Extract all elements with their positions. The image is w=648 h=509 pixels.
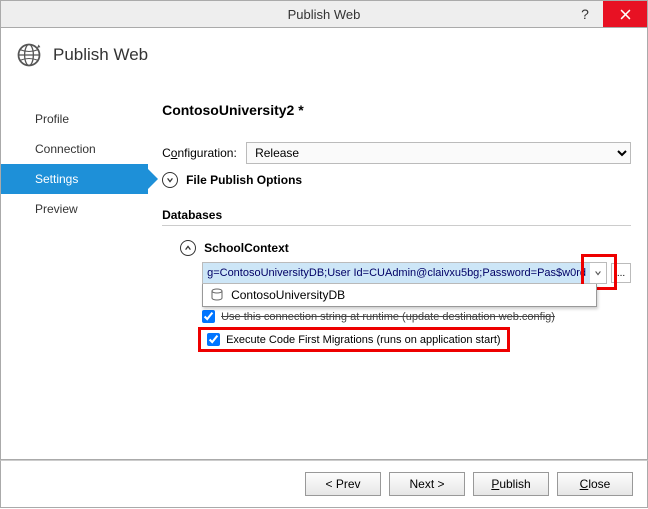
window-title: Publish Web xyxy=(288,7,361,22)
expand-icon xyxy=(162,172,178,188)
sidebar-item-connection[interactable]: Connection xyxy=(1,134,148,164)
file-publish-options[interactable]: File Publish Options xyxy=(162,172,631,188)
title-bar: Publish Web ? xyxy=(0,0,648,28)
connection-dropdown: ContosoUniversityDB xyxy=(202,284,597,307)
connection-string-value: g=ContosoUniversityDB;User Id=CUAdmin@cl… xyxy=(203,263,590,283)
databases-section-label: Databases xyxy=(162,208,631,222)
sidebar-item-preview[interactable]: Preview xyxy=(1,194,148,224)
window-controls: ? xyxy=(567,1,647,27)
fpo-label: File Publish Options xyxy=(186,173,302,187)
next-button[interactable]: Next > xyxy=(389,472,465,496)
execute-migrations-label: Execute Code First Migrations (runs on a… xyxy=(226,334,501,346)
sidebar-item-profile[interactable]: Profile xyxy=(1,104,148,134)
divider xyxy=(162,225,631,226)
configuration-label: Configuration: xyxy=(162,146,246,160)
close-icon xyxy=(620,9,631,20)
sidebar-item-settings[interactable]: Settings xyxy=(1,164,148,194)
connection-string-row: g=ContosoUniversityDB;User Id=CUAdmin@cl… xyxy=(202,262,631,284)
sidebar-item-label: Settings xyxy=(35,172,78,186)
sidebar-item-label: Connection xyxy=(35,142,96,156)
help-button[interactable]: ? xyxy=(567,1,603,27)
sidebar-item-label: Profile xyxy=(35,112,69,126)
schoolcontext-header[interactable]: SchoolContext xyxy=(180,240,631,256)
use-connection-runtime-checkbox[interactable] xyxy=(202,310,215,323)
browse-button[interactable]: ... xyxy=(611,263,631,283)
connection-area: g=ContosoUniversityDB;User Id=CUAdmin@cl… xyxy=(162,262,631,352)
execute-migrations-checkbox[interactable] xyxy=(207,333,220,346)
configuration-row: Configuration: Release xyxy=(162,142,631,164)
main-panel: ContosoUniversity2 * Configuration: Rele… xyxy=(148,82,647,459)
dialog-body: Profile Connection Settings Preview Cont… xyxy=(0,82,648,460)
chevron-down-icon xyxy=(590,269,606,277)
sidebar-item-label: Preview xyxy=(35,202,78,216)
sidebar: Profile Connection Settings Preview xyxy=(1,82,148,459)
prev-button[interactable]: < Prev xyxy=(305,472,381,496)
dropdown-item[interactable]: ContosoUniversityDB xyxy=(203,284,596,306)
execute-migrations-row: Execute Code First Migrations (runs on a… xyxy=(198,327,510,352)
close-button[interactable]: Close xyxy=(557,472,633,496)
collapse-icon xyxy=(180,240,196,256)
dialog-header: Publish Web xyxy=(0,28,648,82)
globe-icon xyxy=(15,41,43,69)
configuration-select[interactable]: Release xyxy=(246,142,631,164)
use-connection-runtime-label: Use this connection string at runtime (u… xyxy=(221,311,555,323)
publish-button[interactable]: Publish xyxy=(473,472,549,496)
context-name: SchoolContext xyxy=(204,241,289,255)
db-icon xyxy=(209,287,225,303)
dialog-title: Publish Web xyxy=(53,45,148,65)
close-window-button[interactable] xyxy=(603,1,647,27)
use-connection-runtime-checkbox-row: Use this connection string at runtime (u… xyxy=(202,310,631,323)
dialog-footer: < Prev Next > Publish Close xyxy=(0,460,648,508)
dropdown-item-label: ContosoUniversityDB xyxy=(231,288,345,302)
project-name: ContosoUniversity2 * xyxy=(162,102,631,118)
connection-string-combobox[interactable]: g=ContosoUniversityDB;User Id=CUAdmin@cl… xyxy=(202,262,607,284)
